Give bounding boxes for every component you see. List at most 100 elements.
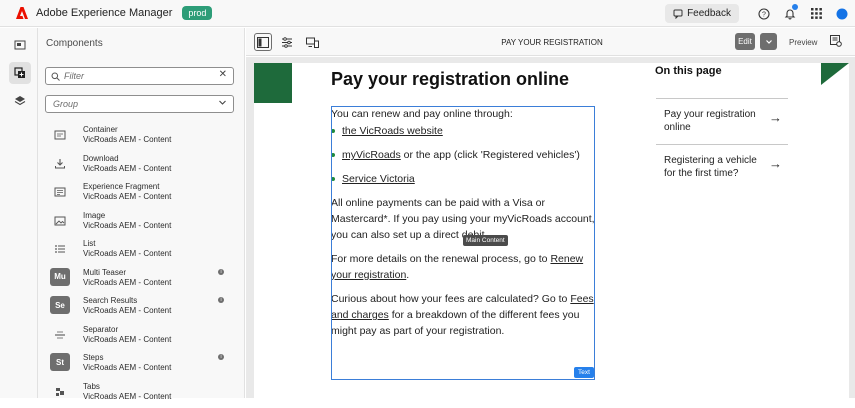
settings-panel-icon: [830, 35, 842, 47]
component-item-tabs[interactable]: Tabs VicRoads AEM - Content: [38, 380, 245, 408]
side-rail: [0, 28, 38, 398]
filter-placeholder: Filter: [64, 71, 84, 81]
notification-dot: [792, 4, 798, 10]
component-abbreviation: Mu: [50, 268, 70, 286]
layers-rail-button[interactable]: [9, 90, 31, 112]
component-item-steps[interactable]: St Steps VicRoads AEM - Content i: [38, 351, 245, 380]
toc-item-pay-online[interactable]: Pay your registration online →: [656, 98, 788, 144]
component-item-separator[interactable]: Separator VicRoads AEM - Content: [38, 323, 245, 352]
text-component-tag[interactable]: Text: [574, 367, 594, 378]
environment-badge: prod: [182, 6, 212, 20]
decorative-green-block: [254, 63, 292, 103]
feedback-label: Feedback: [687, 8, 731, 19]
group-select[interactable]: Group: [45, 95, 234, 113]
components-panel: Components Filter ✕ Group Container VicR…: [38, 28, 245, 398]
layers-icon: [14, 95, 26, 107]
component-name: Steps: [83, 353, 103, 362]
assets-rail-button[interactable]: [9, 34, 31, 56]
component-item-experience-fragment[interactable]: Experience Fragment VicRoads AEM - Conte…: [38, 180, 245, 209]
adobe-logo-icon: [15, 6, 29, 20]
component-name: Download: [83, 154, 119, 163]
mode-menu-button[interactable]: [760, 33, 777, 50]
help-icon: ?: [758, 8, 770, 20]
toggle-side-panel-button[interactable]: [254, 33, 272, 51]
component-item-download[interactable]: Download VicRoads AEM - Content: [38, 152, 245, 181]
apps-button[interactable]: [803, 0, 829, 27]
component-name: List: [83, 239, 95, 248]
separator-icon: [50, 326, 70, 344]
page-preview: Pay your registration online You can ren…: [254, 63, 849, 398]
user-avatar[interactable]: [829, 0, 855, 27]
toc-heading: On this page: [655, 65, 722, 77]
info-icon[interactable]: i: [218, 269, 224, 275]
notifications-button[interactable]: [777, 0, 803, 27]
search-icon: [51, 72, 60, 81]
component-name: Multi Teaser: [83, 268, 126, 277]
component-group: VicRoads AEM - Content: [83, 135, 171, 144]
component-group: VicRoads AEM - Content: [83, 335, 171, 344]
component-properties-button[interactable]: [830, 34, 842, 52]
emulator-button[interactable]: [303, 33, 321, 51]
info-icon[interactable]: i: [218, 297, 224, 303]
chevron-down-icon: [218, 98, 227, 109]
component-group: VicRoads AEM - Content: [83, 278, 171, 287]
toc-item-first-time[interactable]: Registering a vehicle for the first time…: [656, 144, 788, 190]
toc-item-label: Registering a vehicle for the first time…: [664, 154, 769, 180]
page-heading[interactable]: Pay your registration online: [331, 69, 569, 90]
component-name: Image: [83, 211, 105, 220]
group-placeholder: Group: [53, 99, 78, 109]
component-name: Tabs: [83, 382, 100, 391]
fragment-icon: [50, 183, 70, 201]
help-button[interactable]: ?: [751, 0, 777, 27]
list-icon: [50, 240, 70, 258]
clear-icon[interactable]: ✕: [219, 69, 227, 80]
component-item-list[interactable]: List VicRoads AEM - Content: [38, 237, 245, 266]
download-icon: [50, 155, 70, 173]
feedback-icon: [673, 9, 683, 19]
component-group: VicRoads AEM - Content: [83, 221, 171, 230]
arrow-right-icon: →: [769, 111, 782, 124]
container-icon: [50, 126, 70, 144]
editor-canvas: Pay your registration online You can ren…: [246, 57, 855, 398]
side-panel-icon: [257, 37, 269, 48]
component-group: VicRoads AEM - Content: [83, 249, 171, 258]
component-item-image[interactable]: Image VicRoads AEM - Content: [38, 209, 245, 238]
component-name: Container: [83, 125, 118, 134]
filter-input[interactable]: Filter ✕: [45, 67, 234, 85]
component-name: Search Results: [83, 296, 137, 305]
toc-item-label: Pay your registration online: [664, 108, 769, 134]
app-title[interactable]: Adobe Experience Manager: [36, 7, 172, 19]
apps-grid-icon: [811, 8, 822, 19]
component-item-container[interactable]: Container VicRoads AEM - Content: [38, 123, 245, 152]
component-list: Container VicRoads AEM - Content Downloa…: [38, 123, 245, 408]
decorative-green-corner: [821, 63, 849, 85]
preview-button[interactable]: Preview: [789, 38, 817, 47]
avatar-icon: [836, 8, 848, 20]
component-abbreviation: St: [50, 353, 70, 371]
component-item-search-results[interactable]: Se Search Results VicRoads AEM - Content…: [38, 294, 245, 323]
components-rail-button[interactable]: [9, 62, 31, 84]
top-bar: Adobe Experience Manager prod Feedback ?: [0, 0, 855, 27]
component-abbreviation: Se: [50, 296, 70, 314]
chevron-down-icon: [765, 38, 773, 46]
edit-mode-button[interactable]: Edit: [735, 33, 755, 50]
devices-icon: [306, 37, 319, 48]
info-icon[interactable]: i: [218, 354, 224, 360]
component-group: VicRoads AEM - Content: [83, 363, 171, 372]
component-name: Experience Fragment: [83, 182, 159, 191]
editor-toolbar: PAY YOUR REGISTRATION Edit Preview: [246, 28, 855, 56]
image-icon: [50, 212, 70, 230]
component-item-multi-teaser[interactable]: Mu Multi Teaser VicRoads AEM - Content i: [38, 266, 245, 295]
feedback-button[interactable]: Feedback: [665, 4, 739, 23]
assets-icon: [14, 39, 26, 51]
sliders-icon: [281, 37, 293, 48]
component-group: VicRoads AEM - Content: [83, 164, 171, 173]
arrow-right-icon: →: [769, 157, 782, 170]
component-name: Separator: [83, 325, 118, 334]
panel-title: Components: [46, 38, 244, 49]
svg-text:?: ?: [762, 11, 766, 18]
component-group: VicRoads AEM - Content: [83, 306, 171, 315]
page-properties-button[interactable]: [278, 33, 296, 51]
component-group: VicRoads AEM - Content: [83, 392, 171, 401]
components-icon: [14, 67, 26, 79]
